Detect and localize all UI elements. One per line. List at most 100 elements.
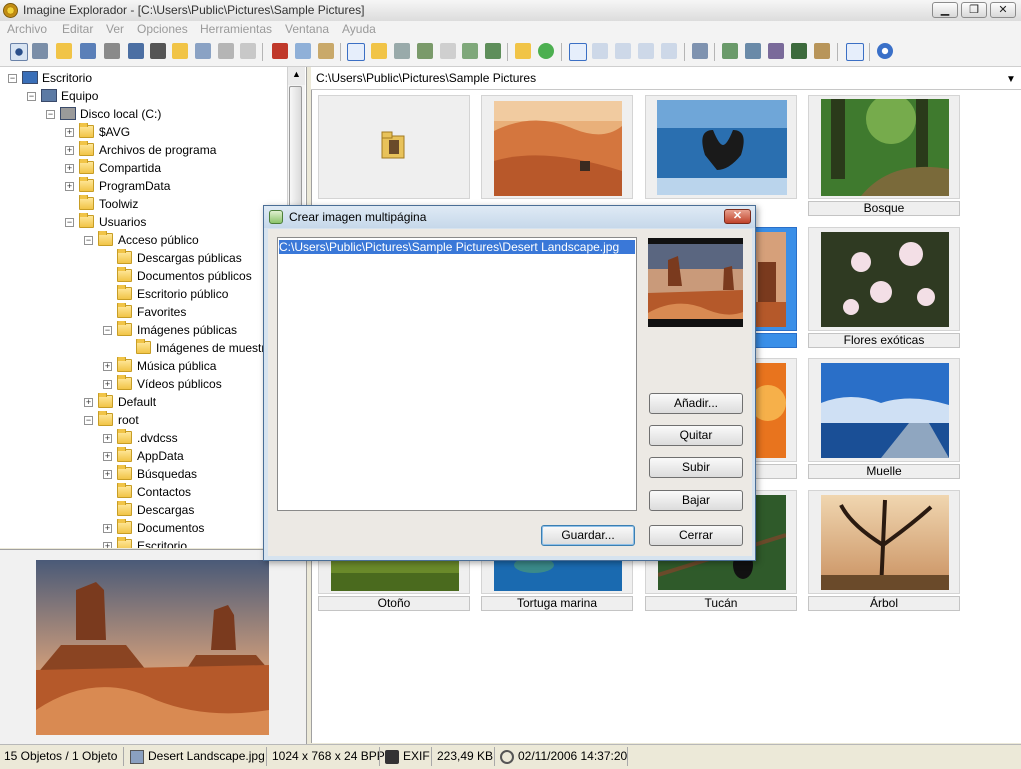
tree-scroll-thumb[interactable] <box>289 86 302 216</box>
file-list-item[interactable]: C:\Users\Public\Pictures\Sample Pictures… <box>279 240 635 254</box>
refresh-icon[interactable] <box>538 43 554 59</box>
dialog-close-button[interactable]: ✕ <box>724 209 751 224</box>
grid-view-icon[interactable] <box>440 43 456 59</box>
film-icon[interactable] <box>791 43 807 59</box>
scan-icon[interactable] <box>128 43 144 59</box>
close-dialog-button[interactable]: Cerrar <box>649 525 743 546</box>
collapse-icon[interactable]: − <box>27 92 36 101</box>
tree-item[interactable]: + ProgramData <box>0 177 287 195</box>
thumbnail-flowers[interactable] <box>808 227 960 331</box>
expand-icon[interactable]: + <box>65 146 74 155</box>
tree-item[interactable]: + Archivos de programa <box>0 141 287 159</box>
help-icon[interactable] <box>877 43 893 59</box>
thumbnail-label[interactable]: Muelle <box>808 464 960 479</box>
tree-item[interactable]: Documentos públicos <box>0 267 287 285</box>
add-button[interactable]: Añadir... <box>649 393 743 414</box>
thumbnail-view-icon[interactable] <box>347 43 365 61</box>
tree-item[interactable]: + Música pública <box>0 357 287 375</box>
tree-item[interactable]: Descargas públicas <box>0 249 287 267</box>
tree-item[interactable]: + $AVG <box>0 123 287 141</box>
list-icon[interactable] <box>615 43 631 59</box>
copy-icon[interactable] <box>295 43 311 59</box>
paste-icon[interactable] <box>318 43 334 59</box>
pen-icon[interactable] <box>846 43 864 61</box>
expand-icon[interactable]: + <box>65 128 74 137</box>
tree-item[interactable]: − Escritorio <box>0 69 287 87</box>
thumbnail-whale[interactable] <box>645 95 797 199</box>
thumbnail-pier[interactable] <box>808 358 960 462</box>
tree-item[interactable]: + Documentos <box>0 519 287 537</box>
clock-icon[interactable] <box>394 43 410 59</box>
file-list[interactable] <box>277 237 637 511</box>
tree-item[interactable]: − Equipo <box>0 87 287 105</box>
folder-up-icon[interactable] <box>515 43 531 59</box>
expand-icon[interactable]: + <box>65 164 74 173</box>
tree-item[interactable]: + Escritorio <box>0 537 287 548</box>
rename-icon[interactable] <box>195 43 211 59</box>
image-view-icon[interactable] <box>417 43 433 59</box>
batch-icon[interactable] <box>745 43 761 59</box>
maximize-button[interactable]: ❐ <box>961 2 987 18</box>
view-icon[interactable] <box>10 43 28 61</box>
status-exif[interactable]: EXIF <box>403 749 430 763</box>
fullscreen-icon[interactable] <box>485 43 501 59</box>
menu-editar[interactable]: Editar <box>62 22 93 36</box>
expand-icon[interactable]: + <box>103 380 112 389</box>
collapse-icon[interactable]: − <box>84 236 93 245</box>
menu-archivo[interactable]: Archivo <box>7 22 47 36</box>
tree-item[interactable]: + Búsquedas <box>0 465 287 483</box>
thumbnail-label[interactable]: Árbol <box>808 596 960 611</box>
tree-item[interactable]: − Acceso público <box>0 231 287 249</box>
tiles-icon[interactable] <box>661 43 677 59</box>
large-icons-icon[interactable] <box>569 43 587 61</box>
tree-item[interactable]: Toolwiz <box>0 195 287 213</box>
collapse-icon[interactable]: − <box>84 416 93 425</box>
thumbnail-label[interactable]: Tucán <box>645 596 797 611</box>
expand-icon[interactable]: + <box>65 182 74 191</box>
tree-item[interactable]: + AppData <box>0 447 287 465</box>
convert-icon[interactable] <box>768 43 784 59</box>
slideshow-icon[interactable] <box>32 43 48 59</box>
open-folder-icon[interactable] <box>56 43 72 59</box>
tree-item[interactable]: − Imágenes públicas <box>0 321 287 339</box>
tree-item[interactable]: + Vídeos públicos <box>0 375 287 393</box>
tree-item[interactable]: Imágenes de muestr <box>0 339 287 357</box>
menu-ayuda[interactable]: Ayuda <box>342 22 376 36</box>
thumbnail-label[interactable]: Flores exóticas <box>808 333 960 348</box>
tree-item[interactable]: − root <box>0 411 287 429</box>
menu-ver[interactable]: Ver <box>106 22 124 36</box>
tree-item[interactable]: + Compartida <box>0 159 287 177</box>
save-button[interactable]: Guardar... <box>541 525 635 546</box>
tree-item[interactable]: − Disco local (C:) <box>0 105 287 123</box>
properties-icon[interactable] <box>240 43 256 59</box>
tree-item[interactable]: − Usuarios <box>0 213 287 231</box>
tree-item[interactable]: Descargas <box>0 501 287 519</box>
cut-icon[interactable] <box>272 43 288 59</box>
expand-icon[interactable]: + <box>103 434 112 443</box>
thumbnail-desert[interactable] <box>481 95 633 199</box>
camera-icon[interactable] <box>150 43 166 59</box>
minimize-button[interactable]: ▁ <box>932 2 958 18</box>
print-icon[interactable] <box>104 43 120 59</box>
thumbnail-tree[interactable] <box>808 490 960 594</box>
drive-icon[interactable] <box>218 43 234 59</box>
remove-button[interactable]: Quitar <box>649 425 743 446</box>
collapse-icon[interactable]: − <box>65 218 74 227</box>
expand-icon[interactable]: + <box>84 398 93 407</box>
fit-view-icon[interactable] <box>462 43 478 59</box>
collapse-icon[interactable]: − <box>46 110 55 119</box>
menu-opciones[interactable]: Opciones <box>137 22 188 36</box>
folder-view-icon[interactable] <box>371 43 387 59</box>
thumbnail-folder[interactable] <box>318 95 470 199</box>
expand-icon[interactable]: + <box>103 524 112 533</box>
edit-icon[interactable] <box>814 43 830 59</box>
path-dropdown-icon[interactable]: ▼ <box>1006 74 1016 85</box>
tree-item[interactable]: Escritorio público <box>0 285 287 303</box>
menu-ventana[interactable]: Ventana <box>285 22 329 36</box>
tree-item[interactable]: + .dvdcss <box>0 429 287 447</box>
expand-icon[interactable]: + <box>103 470 112 479</box>
move-down-button[interactable]: Bajar <box>649 490 743 511</box>
details-icon[interactable] <box>638 43 654 59</box>
thumbnail-label[interactable]: Tortuga marina <box>481 596 633 611</box>
tools-icon[interactable] <box>692 43 708 59</box>
